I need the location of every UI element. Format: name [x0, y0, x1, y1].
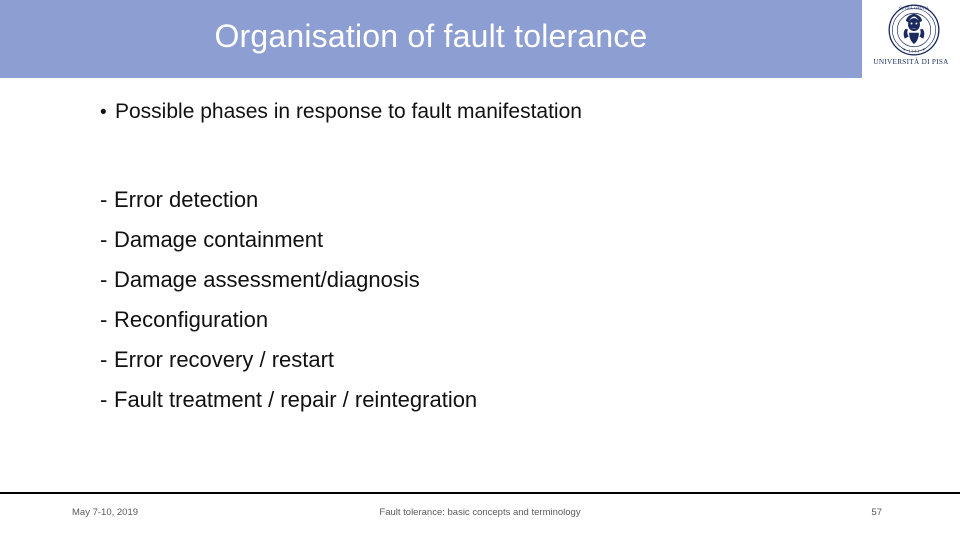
list-item-label: Damage assessment/diagnosis — [114, 267, 420, 292]
list-item: - Damage containment — [100, 220, 860, 260]
list-item: - Reconfiguration — [100, 300, 860, 340]
list-item: - Error recovery / restart — [100, 340, 860, 380]
bullet-dot-icon: • — [100, 102, 107, 123]
svg-text:SUPRA OMNIA: SUPRA OMNIA — [899, 5, 930, 10]
footer-page-number: 57 — [871, 507, 882, 518]
university-seal-icon: SUPRA OMNIA 1343 — [888, 4, 940, 56]
footer-divider — [0, 492, 960, 494]
university-logo: SUPRA OMNIA 1343 UNIVERSITÀ DI PISA — [862, 0, 960, 78]
list-item-label: Damage containment — [114, 227, 324, 252]
dash-icon: - — [100, 387, 108, 412]
bullet-item: • Possible phases in response to fault m… — [100, 94, 860, 131]
list-item: - Fault treatment / repair / reintegrati… — [100, 380, 860, 420]
list-item-label: Fault treatment / repair / reintegration — [114, 387, 478, 412]
university-logo-caption: UNIVERSITÀ DI PISA — [873, 58, 949, 66]
list-item-label: Error detection — [114, 187, 259, 212]
dash-icon: - — [100, 187, 108, 212]
slide-footer: May 7-10, 2019 Fault tolerance: basic co… — [0, 504, 960, 530]
dash-icon: - — [100, 267, 108, 292]
page-title: Organisation of fault tolerance — [214, 18, 648, 54]
list-item-label: Reconfiguration — [114, 307, 269, 332]
footer-subject: Fault tolerance: basic concepts and term… — [379, 507, 581, 518]
slide-content: • Possible phases in response to fault m… — [100, 94, 860, 412]
bullet-item-label: Possible phases in response to fault man… — [115, 100, 582, 123]
slide: Organisation of fault tolerance SUPRA OM… — [0, 0, 960, 540]
dash-icon: - — [100, 227, 108, 252]
dash-icon: - — [100, 307, 108, 332]
list-item: - Error detection — [100, 180, 860, 220]
list-item: - Damage assessment/diagnosis — [100, 260, 860, 300]
dash-icon: - — [100, 347, 108, 372]
phase-list: - Error detection - Damage containment -… — [100, 180, 860, 420]
svg-text:1343: 1343 — [909, 49, 920, 54]
list-item-label: Error recovery / restart — [114, 347, 335, 372]
